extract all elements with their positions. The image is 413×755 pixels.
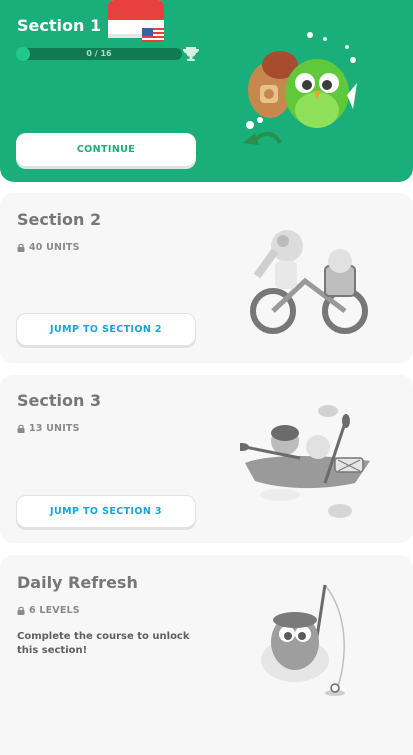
us-flag-icon [142, 26, 164, 42]
section-2-title: Section 2 [17, 210, 102, 229]
daily-refresh-description: Complete the course to unlock this secti… [17, 631, 190, 656]
daily-refresh-title: Daily Refresh [17, 573, 138, 592]
owl-backpack-illustration [243, 32, 357, 145]
trophy-icon [183, 47, 199, 61]
jump-to-section-2-button[interactable]: JUMP TO SECTION 2 [16, 313, 196, 346]
section-1-title: Section 1 [17, 16, 102, 35]
jump-to-section-3-button[interactable]: JUMP TO SECTION 3 [16, 495, 196, 528]
daily-refresh-card: Daily Refresh 6 LEVELS Complete the cour… [0, 555, 413, 755]
kayak-illustration [240, 405, 370, 518]
lock-icon [17, 424, 25, 433]
section-3-title: Section 3 [17, 391, 102, 410]
section-1-progress-bar: 0 / 16 [16, 48, 182, 60]
section-3-units: 13 UNITS [29, 423, 80, 434]
progress-label: 0 / 16 [86, 49, 112, 58]
bike-riders-illustration [250, 230, 368, 334]
indonesia-flag-icon [108, 0, 164, 42]
progress-start-dot [16, 47, 30, 61]
daily-refresh-meta: 6 LEVELS [17, 605, 80, 616]
continue-button[interactable]: CONTINUE [16, 133, 196, 166]
section-3-meta: 13 UNITS [17, 423, 80, 434]
section-2-meta: 40 UNITS [17, 242, 80, 253]
fishing-owl-illustration [261, 584, 345, 696]
section-3-card: Section 3 13 UNITS JUMP TO SECTION 3 [0, 375, 413, 543]
section-1-card: Section 1 0 / 16 CONTINUE [0, 0, 413, 182]
lock-icon [17, 243, 25, 252]
daily-refresh-levels: 6 LEVELS [29, 605, 80, 616]
lock-icon [17, 606, 25, 615]
section-2-units: 40 UNITS [29, 242, 80, 253]
section-2-card: Section 2 40 UNITS JUMP TO SECTION 2 [0, 193, 413, 363]
